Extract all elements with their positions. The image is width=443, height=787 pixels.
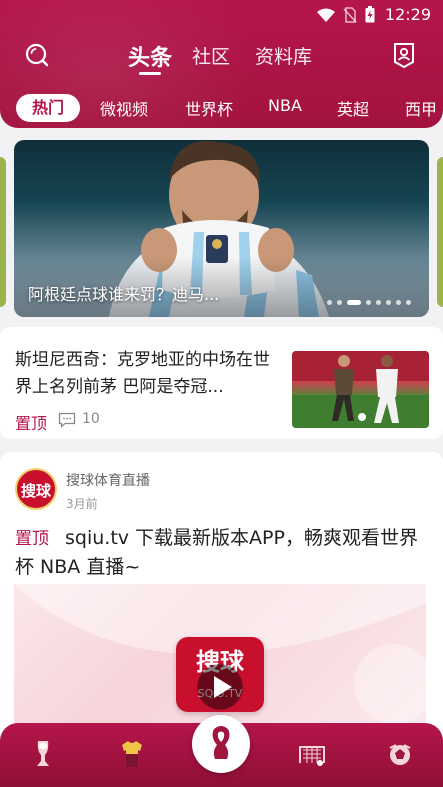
- carousel-dot: [376, 300, 381, 305]
- status-time: 12:29: [384, 5, 431, 24]
- top-nav: 头条 社区 资料库: [0, 40, 443, 80]
- carousel-dot: [386, 300, 391, 305]
- banner-carousel[interactable]: 阿根廷点球谁来罚？迪马...: [14, 140, 429, 317]
- bottom-nav: [0, 715, 443, 787]
- category-la-liga[interactable]: 西甲: [405, 96, 437, 120]
- post-video-thumbnail[interactable]: 搜球 SQIU.TV: [14, 584, 426, 729]
- category-hot[interactable]: 热门: [16, 94, 81, 122]
- pinned-label: 置顶: [15, 414, 48, 433]
- app-header: 12:29 头条 社区 资料库 热门 微视频 世界杯 NBA 英超 西甲: [0, 0, 443, 128]
- carousel-prev-peek[interactable]: [0, 157, 6, 307]
- pinned-label: 置顶: [15, 529, 49, 549]
- category-nba[interactable]: NBA: [268, 96, 302, 115]
- jersey-icon[interactable]: [118, 739, 146, 769]
- post-author[interactable]: 搜球体育直播: [66, 470, 150, 490]
- status-bar: 12:29: [0, 0, 443, 30]
- carousel-dot: [366, 300, 371, 305]
- ball-icon[interactable]: [386, 739, 414, 769]
- carousel-dot: [327, 300, 332, 305]
- news-thumbnail: [292, 351, 429, 428]
- category-premier-league[interactable]: 英超: [337, 96, 369, 120]
- search-icon[interactable]: [24, 42, 50, 68]
- post-time: 3月前: [66, 497, 98, 511]
- carousel-dot: [396, 300, 401, 305]
- category-bar: 热门 微视频 世界杯 NBA 英超 西甲: [0, 94, 443, 122]
- trophy-icon[interactable]: [29, 739, 57, 769]
- news-title: 斯坦尼西奇：克罗地亚的中场在世界上名列前茅 巴阿是夺冠...: [15, 350, 270, 397]
- carousel-dot: [337, 300, 342, 305]
- home-center-button[interactable]: [192, 715, 250, 773]
- goal-net-icon[interactable]: [298, 739, 326, 769]
- battery-charging-icon: [365, 6, 375, 23]
- comment-icon[interactable]: [58, 412, 76, 428]
- no-sim-icon: [343, 6, 357, 23]
- category-world-cup[interactable]: 世界杯: [185, 96, 233, 120]
- post-text: 置顶 sqiu.tv 下载最新版本APP，畅爽观看世界杯 NBA 直播~: [15, 524, 435, 581]
- tab-community[interactable]: 社区: [192, 42, 230, 69]
- carousel-dot-active: [347, 300, 361, 305]
- play-icon[interactable]: [197, 664, 243, 710]
- tab-active-indicator: [139, 72, 161, 75]
- status-icons: [317, 6, 375, 23]
- author-avatar[interactable]: 搜球: [15, 468, 57, 510]
- news-card[interactable]: 斯坦尼西奇：克罗地亚的中场在世界上名列前茅 巴阿是夺冠... 置顶 10: [0, 327, 443, 439]
- world-cup-emblem-icon: [212, 726, 230, 759]
- news-thumbnail-photo: [292, 351, 429, 428]
- carousel-next-peek[interactable]: [437, 157, 443, 307]
- comment-count: 10: [82, 411, 100, 427]
- post-body: sqiu.tv 下载最新版本APP，畅爽观看世界杯 NBA 直播~: [15, 527, 418, 578]
- post-card[interactable]: 搜球 搜球体育直播 3月前 置顶 sqiu.tv 下载最新版本APP，畅爽观看世界…: [0, 452, 443, 752]
- profile-icon[interactable]: [392, 42, 416, 68]
- carousel-dot: [406, 300, 411, 305]
- wifi-icon: [317, 8, 335, 22]
- category-micro-video[interactable]: 微视频: [100, 96, 148, 120]
- carousel-dots: [327, 300, 411, 305]
- banner-caption: 阿根廷点球谁来罚？迪马...: [28, 285, 220, 304]
- tab-headlines[interactable]: 头条: [128, 40, 172, 72]
- tab-database[interactable]: 资料库: [255, 42, 312, 69]
